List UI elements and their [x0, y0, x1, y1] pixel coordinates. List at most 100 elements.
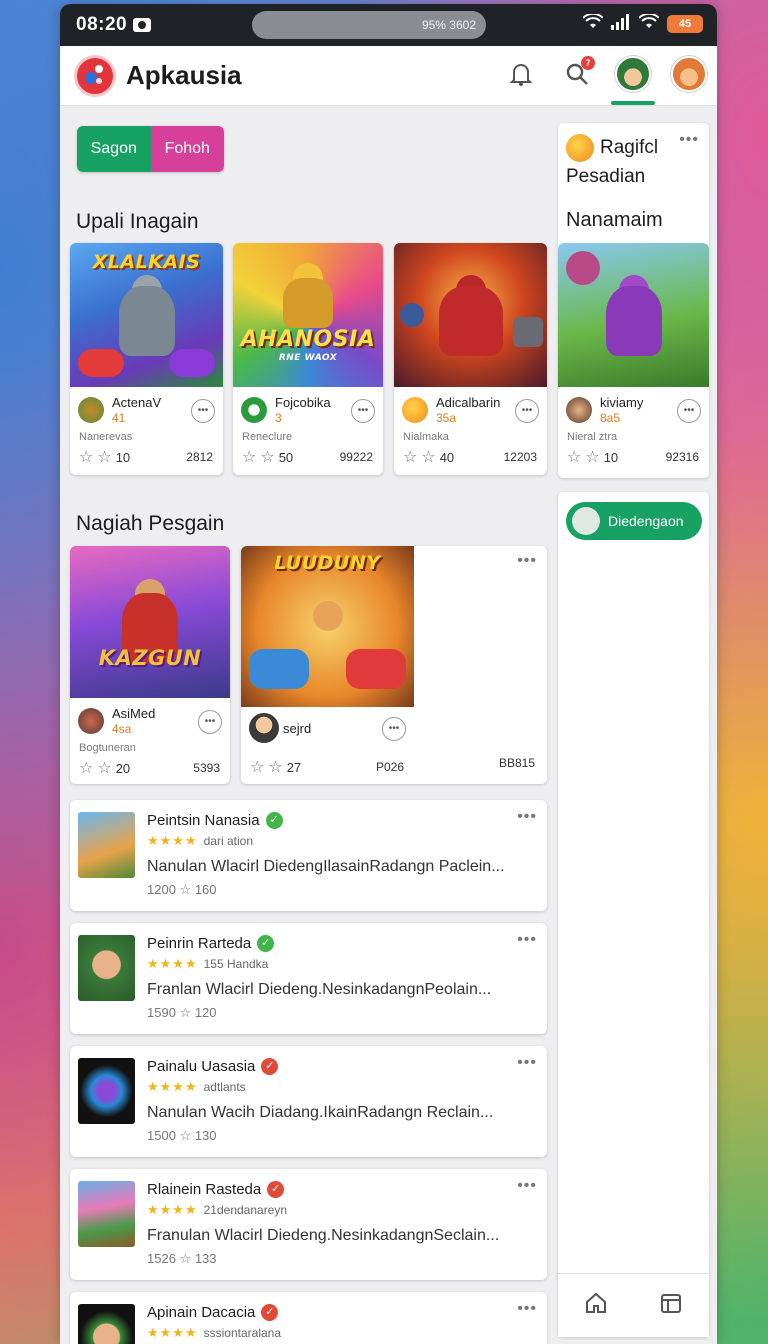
more-icon[interactable]: •••	[517, 931, 537, 949]
phone-frame: 08:20 95% 3602 45 Apkausia 7 Sagon Fohoh…	[60, 4, 717, 1344]
avatar	[671, 56, 707, 92]
more-icon[interactable]: •••	[517, 1054, 537, 1072]
more-icon[interactable]: •••	[517, 1300, 537, 1318]
game-subtitle: Bogtuneran	[79, 742, 136, 754]
more-icon[interactable]: •••	[517, 1177, 537, 1195]
game-art: AHANOSIA RNE WAOX	[233, 243, 383, 387]
card-meta: sejrd ••• ☆ ☆ 27 P026	[241, 707, 414, 784]
star-icon: ☆	[79, 449, 94, 466]
list-item-rating-text: sssiontaralana	[203, 1326, 282, 1340]
game-art: KAZGUN	[70, 546, 230, 698]
segment-toggle: Sagon Fohoh	[77, 126, 224, 172]
list-item-stats: 1590 ☆ 120	[147, 1005, 217, 1021]
rating-value: 10	[115, 449, 131, 465]
list-item-title: Peintsin Nanasia ✓	[147, 812, 283, 829]
app-logo-icon[interactable]	[74, 54, 116, 97]
game-card[interactable]: Adicalbarin 35a ••• Nialmaka ☆ ☆ 40 1220…	[394, 243, 547, 475]
star-icon: ☆	[260, 449, 275, 466]
stat-rating: 133	[194, 1251, 217, 1266]
avatar	[615, 56, 651, 92]
game-number: 3	[275, 411, 282, 425]
list-item[interactable]: Rlainein Rasteda ✓ ★★★★ 21dendanareyn Fr…	[70, 1169, 547, 1280]
list-item[interactable]: Peintsin Nanasia ✓ ★★★★ dari ation Nanul…	[70, 800, 547, 911]
calendar-icon[interactable]	[659, 1291, 683, 1320]
game-card[interactable]: kiviamy 8a5 ••• Nieral ztra ☆ ☆ 10 92316	[558, 243, 709, 475]
stat-downloads: 1500	[147, 1128, 176, 1143]
game-art-title: AHANOSIA	[240, 327, 376, 352]
toggle-option-right[interactable]: Fohoh	[150, 126, 224, 172]
home-icon[interactable]	[584, 1291, 608, 1320]
action-pill-label: Diedengaon	[608, 513, 684, 529]
secondary-avatar[interactable]	[671, 56, 707, 92]
more-icon[interactable]: •••	[191, 399, 215, 423]
toggle-option-left[interactable]: Sagon	[77, 126, 151, 172]
more-icon[interactable]: •••	[517, 808, 537, 826]
more-icon[interactable]: •••	[515, 399, 539, 423]
game-card[interactable]: LUUDUNY sejrd ••• ☆ ☆ 27 P026 ••• BB815	[241, 546, 547, 784]
list-item-stats: 1500 ☆ 130	[147, 1128, 217, 1144]
list-item-rating-text: dari ation	[203, 834, 253, 848]
search-icon[interactable]: 7	[559, 56, 595, 92]
list-item-rating: ★★★★ 21dendanareyn	[147, 1202, 287, 1218]
star-icon: ☆	[242, 449, 257, 466]
camera-icon	[133, 18, 152, 32]
game-card[interactable]: KAZGUN AsiMed 4sa ••• Bogtuneran ☆ ☆ 20 …	[70, 546, 230, 784]
game-stats: ☆ ☆ 10 92316	[567, 447, 699, 467]
more-icon[interactable]: •••	[517, 552, 537, 570]
notification-badge: 7	[581, 56, 595, 70]
star-icon: ☆	[179, 1005, 195, 1020]
more-icon[interactable]: •••	[677, 399, 701, 423]
side-column: Ragifcl Pesadian ••• Nanamaim kiviamy 8a…	[558, 123, 710, 1344]
game-icon	[249, 713, 279, 743]
card-meta: AsiMed 4sa ••• Bogtuneran ☆ ☆ 20 5393	[70, 698, 230, 784]
star-icon: ☆	[567, 449, 582, 466]
game-name: AsiMed	[112, 706, 156, 721]
profile-avatar[interactable]	[615, 56, 651, 92]
star-icon: ☆	[421, 449, 436, 466]
side-section-title: Nanamaim	[566, 209, 663, 231]
game-art-title: KAZGUN	[98, 646, 202, 670]
more-icon[interactable]: •••	[198, 710, 222, 734]
more-icon[interactable]: •••	[679, 131, 699, 149]
game-stats: ☆ ☆ 40 12203	[403, 447, 537, 467]
verified-icon: ✓	[261, 1304, 279, 1321]
more-icon[interactable]: •••	[382, 717, 406, 741]
side-card-title: Ragifcl	[600, 137, 659, 158]
content-area: Sagon Fohoh Upali Inagain XLALKAIS Acten…	[60, 106, 717, 1344]
game-stats: ☆ ☆ 10 2812	[79, 447, 213, 467]
section-title: Upali Inagain	[76, 210, 199, 233]
game-name: ActenaV	[112, 395, 162, 410]
game-art-title: XLALKAIS	[92, 251, 201, 273]
card-meta: Fojcobika 3 ••• Reneclure ☆ ☆ 50 99222	[233, 387, 383, 475]
stat-rating: 160	[194, 882, 217, 897]
star-icon: ☆	[250, 759, 265, 776]
game-card[interactable]: XLALKAIS ActenaV 41 ••• Nanerevas ☆ ☆ 10	[70, 243, 223, 475]
more-icon[interactable]: •••	[351, 399, 375, 423]
list-item-stats: 1526 ☆ 133	[147, 1251, 217, 1267]
list-item[interactable]: Peinrin Rarteda ✓ ★★★★ 155 Handka Franla…	[70, 923, 547, 1034]
game-name: kiviamy	[600, 395, 644, 410]
star-icon: ☆	[179, 1251, 195, 1266]
game-icon	[402, 397, 428, 423]
game-name: sejrd	[283, 721, 312, 736]
bell-icon[interactable]	[503, 56, 539, 92]
game-subtitle: Reneclure	[242, 431, 293, 443]
side-card-header: Ragifcl Pesadian	[566, 133, 658, 191]
list-item-description: Nanulan Wlacirl DiedengIlasainRadangn Pa…	[147, 858, 505, 875]
list-item-title: Apinain Dacacia ✓	[147, 1304, 279, 1321]
list-item-description: Nanulan Wacih Diadang.IkainRadangn Recla…	[147, 1104, 494, 1121]
game-name: Fojcobika	[275, 395, 331, 410]
game-card[interactable]: AHANOSIA RNE WAOX Fojcobika 3 ••• Renecl…	[233, 243, 383, 475]
game-art: XLALKAIS	[70, 243, 223, 387]
list-item[interactable]: Apinain Dacacia ✓ ★★★★ sssiontaralana ••…	[70, 1292, 547, 1344]
stars-icon: ★★★★	[147, 1079, 198, 1094]
list-item[interactable]: Painalu Uasasia ✓ ★★★★ adtlants Nanulan …	[70, 1046, 547, 1157]
download-count: 99222	[339, 450, 373, 464]
list-thumbnail	[78, 1058, 135, 1124]
rating-value: 27	[286, 759, 302, 775]
wifi-icon-secondary	[638, 12, 660, 34]
orange-dot-icon	[566, 133, 594, 162]
list-item-rating: ★★★★ sssiontaralana	[147, 1325, 281, 1341]
action-pill-button[interactable]: Diedengaon	[566, 502, 702, 540]
status-pill-text: 95% 3602	[421, 18, 476, 32]
